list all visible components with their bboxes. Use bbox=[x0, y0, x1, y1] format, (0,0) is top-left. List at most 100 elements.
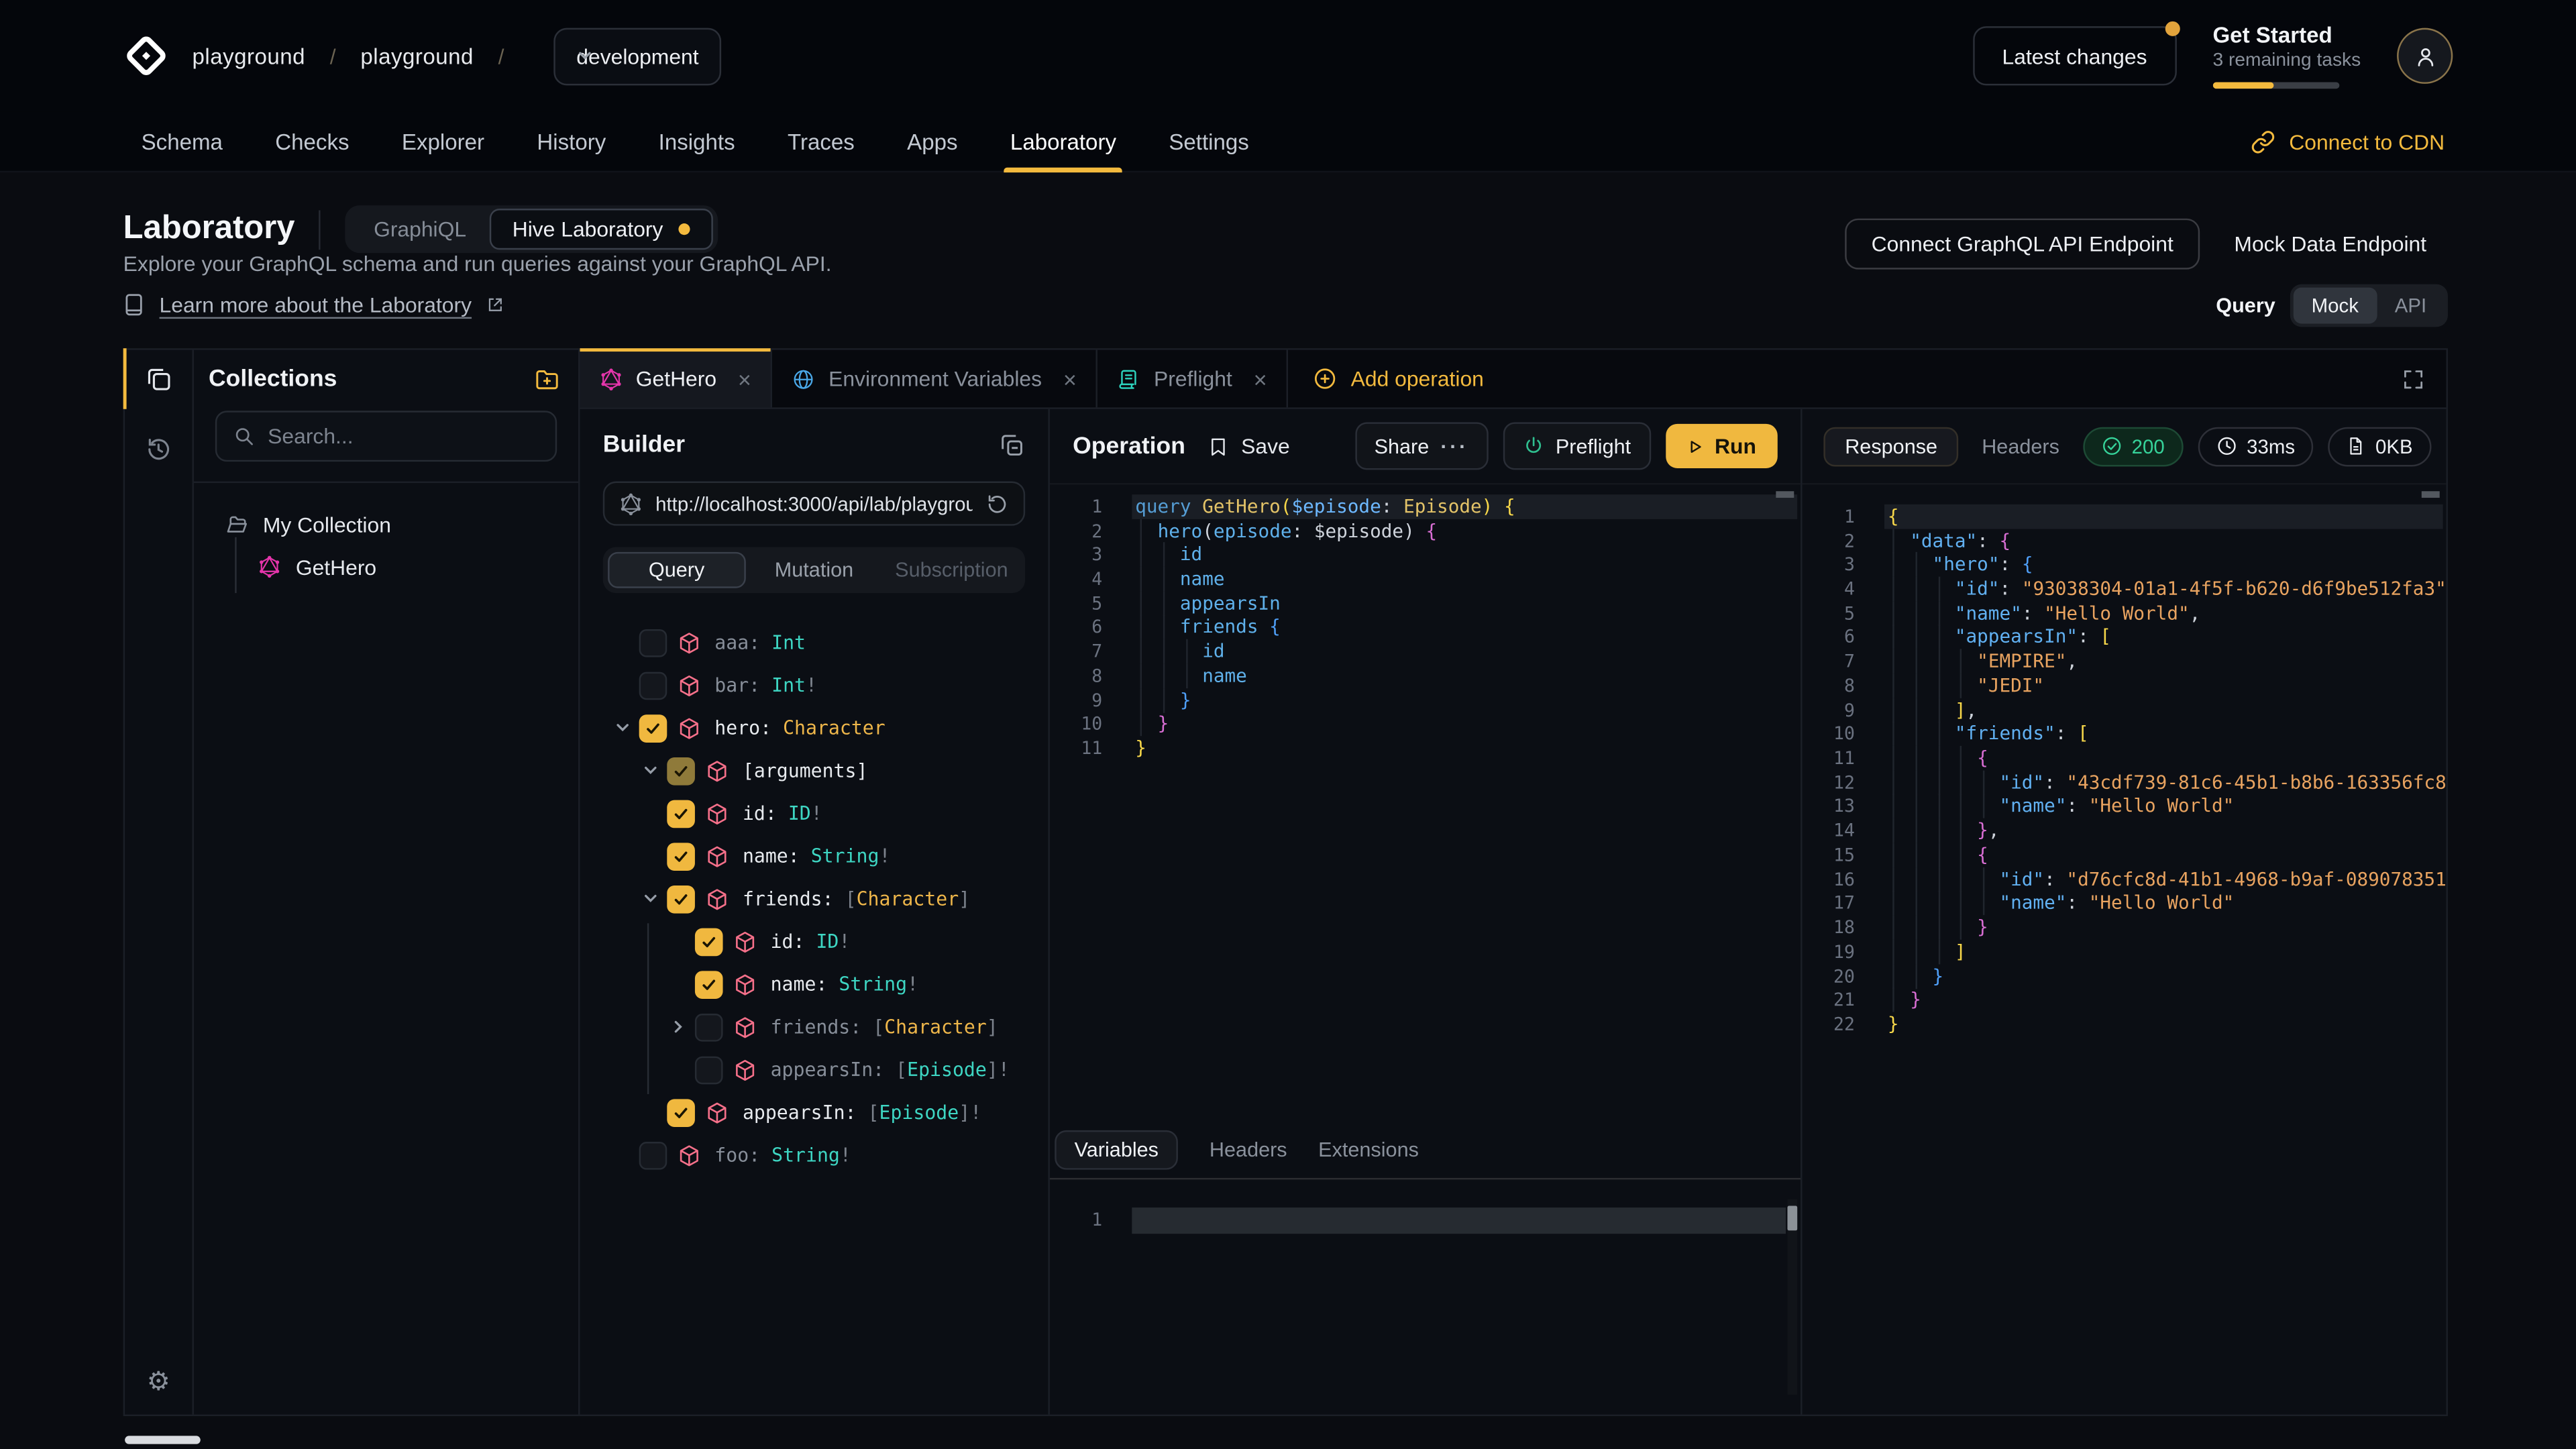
add-operation-button[interactable]: Add operation bbox=[1289, 350, 1509, 408]
tab-environment-variables[interactable]: Environment Variables× bbox=[773, 350, 1098, 408]
field-checkbox[interactable] bbox=[639, 671, 667, 699]
chevron-down-icon[interactable] bbox=[614, 720, 631, 736]
chevron-right-icon[interactable] bbox=[670, 1018, 686, 1034]
get-started-widget[interactable]: Get Started 3 remaining tasks bbox=[2212, 24, 2361, 89]
variables-editor[interactable]: 1 bbox=[1050, 1179, 1801, 1414]
status-dot bbox=[678, 223, 690, 235]
nav-tab-schema[interactable]: Schema bbox=[123, 112, 241, 171]
nav-tab-traces[interactable]: Traces bbox=[769, 112, 873, 171]
save-button[interactable]: Save bbox=[1208, 434, 1290, 459]
copy-icon[interactable] bbox=[999, 432, 1025, 458]
field-row-appearsin[interactable]: appearsIn: [Episode]! bbox=[580, 1091, 1048, 1134]
side-rail: ⚙ bbox=[125, 350, 194, 1415]
builder-type-tab-subscription[interactable]: Subscription bbox=[883, 552, 1020, 588]
nav-tab-laboratory[interactable]: Laboratory bbox=[992, 112, 1134, 171]
variables-tab-extensions[interactable]: Extensions bbox=[1318, 1138, 1419, 1161]
builder-type-tab-mutation[interactable]: Mutation bbox=[745, 552, 883, 588]
environment-dropdown[interactable]: development bbox=[553, 27, 722, 85]
run-button[interactable]: Run bbox=[1666, 424, 1778, 468]
learn-more-link[interactable]: Learn more about the Laboratory bbox=[123, 292, 504, 317]
field-row-bar[interactable]: bar: Int! bbox=[580, 663, 1048, 706]
collections-search-input[interactable]: Search... bbox=[215, 411, 557, 462]
person-icon bbox=[2412, 44, 2437, 68]
field-checkbox[interactable] bbox=[639, 629, 667, 657]
field-checkbox[interactable] bbox=[695, 1055, 723, 1083]
tab-preflight[interactable]: Preflight× bbox=[1098, 350, 1289, 408]
fullscreen-icon[interactable] bbox=[2402, 367, 2424, 390]
field-checkbox[interactable] bbox=[695, 1013, 723, 1041]
field-checkbox[interactable] bbox=[667, 799, 695, 827]
code-line-10: 10 } bbox=[1050, 712, 1801, 737]
field-row-arguments[interactable]: [arguments] bbox=[580, 749, 1048, 792]
collections-stack-icon[interactable] bbox=[125, 350, 192, 408]
field-row-friends[interactable]: friends: [Character] bbox=[580, 877, 1048, 920]
nav-tab-explorer[interactable]: Explorer bbox=[384, 112, 502, 171]
nav-tab-checks[interactable]: Checks bbox=[257, 112, 367, 171]
response-viewer[interactable]: 1{2 "data": {3 "hero": {4 "id": "9303830… bbox=[1803, 484, 2447, 1414]
variables-tab-headers[interactable]: Headers bbox=[1210, 1138, 1287, 1161]
code-line-4: 4 "id": "93038304-01a1-4f5f-b620-d6f9be5… bbox=[1803, 577, 2447, 601]
field-row-hero[interactable]: hero: Character bbox=[580, 706, 1048, 749]
field-checkbox[interactable] bbox=[667, 885, 695, 913]
user-avatar[interactable] bbox=[2397, 28, 2453, 84]
breadcrumb-org[interactable]: playground bbox=[193, 44, 306, 68]
field-row-id[interactable]: id: ID! bbox=[580, 920, 1048, 963]
field-row-name[interactable]: name: String! bbox=[580, 963, 1048, 1006]
field-row-foo[interactable]: foo: String! bbox=[580, 1134, 1048, 1177]
field-row-name[interactable]: name: String! bbox=[580, 835, 1048, 877]
connect-endpoint-button[interactable]: Connect GraphQL API Endpoint bbox=[1845, 219, 2200, 270]
endpoint-mode-option-mock[interactable]: Mock bbox=[2294, 288, 2377, 324]
code-line-7: 7 id bbox=[1050, 639, 1801, 663]
field-row-appearsin[interactable]: appearsIn: [Episode]! bbox=[580, 1048, 1048, 1091]
field-label: foo: String! bbox=[714, 1143, 851, 1166]
query-editor[interactable]: 1query GetHero($episode: Episode) {2 her… bbox=[1050, 484, 1801, 1120]
chevron-down-icon[interactable] bbox=[643, 890, 659, 906]
latest-changes-button[interactable]: Latest changes bbox=[1972, 26, 2176, 85]
nav-tab-history[interactable]: History bbox=[519, 112, 624, 171]
tab-gethero[interactable]: GetHero× bbox=[580, 350, 772, 408]
field-label: bar: Int! bbox=[714, 674, 817, 696]
mock-endpoint-button[interactable]: Mock Data Endpoint bbox=[2213, 220, 2448, 268]
field-row-friends[interactable]: friends: [Character] bbox=[580, 1006, 1048, 1049]
close-icon[interactable]: × bbox=[1063, 367, 1077, 390]
response-tab-response[interactable]: Response bbox=[1823, 427, 1959, 466]
variables-tab-variables[interactable]: Variables bbox=[1055, 1130, 1178, 1169]
close-icon[interactable]: × bbox=[738, 367, 751, 390]
field-checkbox[interactable] bbox=[639, 1141, 667, 1169]
collection-operation-gethero[interactable]: GetHero bbox=[194, 545, 578, 588]
endpoint-mode-option-api[interactable]: API bbox=[2377, 288, 2445, 324]
ide-mode-option-hive-laboratory[interactable]: Hive Laboratory bbox=[489, 209, 712, 250]
breadcrumb-project[interactable]: playground bbox=[360, 44, 474, 68]
endpoint-url-input[interactable]: http://localhost:3000/api/lab/playground bbox=[603, 482, 1025, 526]
history-icon[interactable] bbox=[125, 421, 192, 478]
horizontal-scrollbar[interactable] bbox=[125, 1436, 201, 1444]
preflight-button[interactable]: Preflight bbox=[1503, 422, 1650, 470]
share-button[interactable]: Share ··· bbox=[1354, 422, 1488, 470]
field-checkbox[interactable] bbox=[667, 842, 695, 870]
response-badge-200: 200 bbox=[2082, 427, 2182, 466]
builder-type-tab-query[interactable]: Query bbox=[608, 552, 745, 588]
field-checkbox[interactable] bbox=[639, 714, 667, 742]
nav-tab-insights[interactable]: Insights bbox=[641, 112, 753, 171]
nav-tab-settings[interactable]: Settings bbox=[1150, 112, 1267, 171]
close-icon[interactable]: × bbox=[1254, 367, 1267, 390]
field-row-id[interactable]: id: ID! bbox=[580, 792, 1048, 835]
nav-tab-apps[interactable]: Apps bbox=[889, 112, 975, 171]
connect-to-cdn-link[interactable]: Connect to CDN bbox=[2251, 112, 2445, 171]
field-row-aaa[interactable]: aaa: Int bbox=[580, 621, 1048, 664]
refresh-icon[interactable] bbox=[985, 492, 1008, 515]
ide-mode-option-graphiql[interactable]: GraphiQL bbox=[351, 209, 490, 250]
field-checkbox[interactable] bbox=[667, 757, 695, 785]
code-line-16: 16 "id": "d76cfc8d-41b1-4968-b9af-089078… bbox=[1803, 867, 2447, 892]
field-checkbox[interactable] bbox=[695, 927, 723, 955]
add-collection-icon[interactable] bbox=[534, 366, 560, 392]
collection-folder-my-collection[interactable]: My Collection bbox=[194, 502, 578, 545]
field-checkbox[interactable] bbox=[667, 1098, 695, 1126]
response-tab-headers[interactable]: Headers bbox=[1982, 435, 2059, 458]
gear-icon[interactable]: ⚙ bbox=[147, 1365, 170, 1398]
hive-logo-icon[interactable] bbox=[123, 33, 170, 79]
field-checkbox[interactable] bbox=[695, 970, 723, 998]
operation-title: Operation bbox=[1073, 433, 1185, 459]
chevron-down-icon[interactable] bbox=[643, 762, 659, 778]
scrollbar-thumb[interactable] bbox=[1787, 1206, 1797, 1231]
